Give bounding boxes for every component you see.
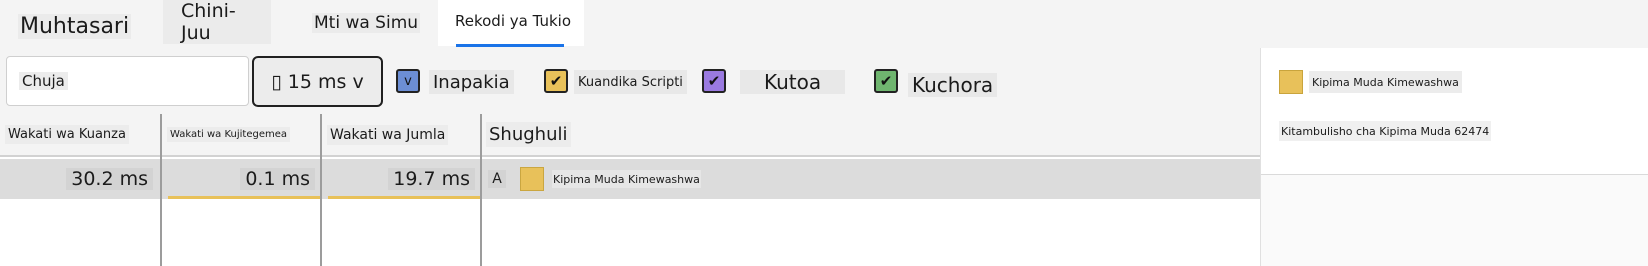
- total-time-bar: [328, 196, 480, 199]
- painting-checkbox[interactable]: ✔: [874, 69, 898, 93]
- scripting-label: Kuandika Scripti: [574, 70, 687, 94]
- details-summary: Kipima Muda Kimewashwa Kitambulisho cha …: [1261, 48, 1648, 175]
- tab-call-tree-label: Mti wa Simu: [312, 13, 421, 33]
- tab-bottom-up[interactable]: Chini-Juu: [163, 0, 271, 46]
- loading-label: Inapakia: [429, 70, 514, 94]
- activity-name: Kipima Muda Kimewashwa: [552, 170, 701, 188]
- header-self-time[interactable]: Wakati wa Kujitegemea: [162, 114, 320, 157]
- table-row[interactable]: 30.2 ms 0.1 ms 19.7 ms A Kipima Muda Kim…: [0, 159, 1260, 199]
- rendering-checkbox[interactable]: ✔: [702, 69, 726, 93]
- column-divider[interactable]: [480, 114, 482, 266]
- tab-call-tree[interactable]: Mti wa Simu: [312, 0, 421, 47]
- rendering-label: Kutoa: [740, 70, 846, 94]
- event-log-table: Wakati wa Kuanza Wakati wa Kujitegemea W…: [0, 114, 1260, 266]
- self-time-cell: 0.1 ms: [162, 159, 315, 199]
- details-color-swatch: [1279, 70, 1303, 94]
- header-total-time[interactable]: Wakati wa Jumla: [322, 114, 480, 157]
- details-timer-id: Kitambulisho cha Kipima Muda 62474: [1279, 121, 1492, 141]
- column-divider[interactable]: [320, 114, 322, 266]
- active-tab-indicator: [456, 44, 564, 47]
- column-divider[interactable]: [160, 114, 162, 266]
- scripting-checkbox[interactable]: ✔: [544, 69, 568, 93]
- header-activity[interactable]: Shughuli: [482, 114, 1260, 157]
- header-start-time[interactable]: Wakati wa Kuanza: [0, 114, 160, 157]
- self-time-bar: [168, 196, 320, 199]
- tab-summary[interactable]: Muhtasari: [18, 2, 132, 50]
- total-time-cell: 19.7 ms: [322, 159, 475, 199]
- duration-select[interactable]: ▯ 15 ms v: [252, 56, 383, 107]
- filter-input[interactable]: Chuja: [6, 56, 249, 106]
- tab-event-log-label: Rekodi ya Tukio: [455, 12, 572, 30]
- tab-bar: Muhtasari Chini-Juu Mti wa Simu Rekodi y…: [0, 0, 1648, 48]
- details-panel: Kipima Muda Kimewashwa Kitambulisho cha …: [1260, 48, 1648, 266]
- details-title: Kipima Muda Kimewashwa: [1309, 71, 1462, 93]
- tab-event-log[interactable]: Rekodi ya Tukio: [438, 0, 584, 46]
- tab-bottom-up-label: Chini-Juu: [163, 0, 271, 44]
- timer-event-color-swatch: [520, 167, 544, 191]
- start-time-cell: 30.2 ms: [0, 159, 153, 199]
- filter-input-value: Chuja: [19, 72, 68, 90]
- tab-summary-label: Muhtasari: [18, 13, 132, 39]
- loading-checkbox[interactable]: v: [396, 69, 420, 93]
- expand-arrow-icon[interactable]: A: [488, 170, 506, 188]
- painting-label: Kuchora: [908, 73, 998, 97]
